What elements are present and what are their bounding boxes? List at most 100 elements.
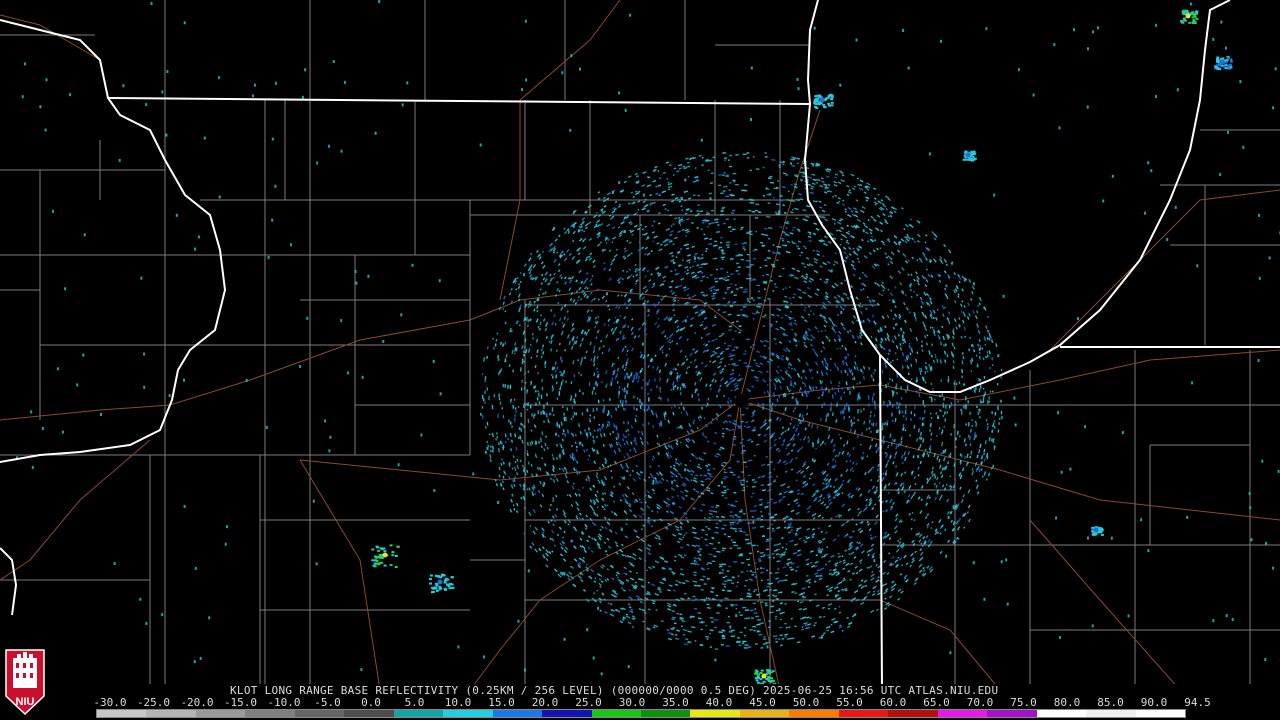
echo-pixel (991, 411, 993, 414)
echo-pixel (755, 230, 758, 233)
echo-pixel (744, 184, 748, 186)
echo-pixel (537, 390, 539, 392)
echo-pixel (936, 434, 938, 437)
echo-pixel (727, 246, 730, 248)
echo-pixel (750, 495, 753, 498)
echo-pixel (935, 412, 938, 415)
echo-pixel (571, 405, 574, 410)
echo-pixel (719, 600, 723, 603)
echo-pixel (732, 541, 737, 544)
echo-pixel (818, 396, 820, 399)
echo-pixel (993, 420, 996, 423)
echo-pixel (722, 576, 726, 579)
echo-pixel (764, 156, 768, 158)
echo-pixel (513, 398, 516, 401)
echo-pixel (569, 398, 572, 402)
echo-pixel (849, 388, 851, 391)
echo-pixel (721, 258, 724, 260)
echo-pixel (730, 629, 734, 632)
echo-pixel (971, 425, 974, 427)
echo-pixel (573, 411, 576, 416)
echo-pixel (739, 530, 743, 532)
echo-pixel (916, 390, 918, 394)
echo-pixel (755, 643, 758, 645)
echo-pixel (725, 218, 729, 220)
echo-pixel (725, 175, 730, 177)
echo-pixel (996, 383, 999, 386)
echo-pixel (535, 390, 537, 393)
echo-pixel (722, 278, 725, 281)
echo-pixel (739, 198, 744, 200)
echo-pixel (480, 413, 482, 416)
echo-pixel (977, 411, 980, 416)
echo-pixel (502, 383, 505, 388)
echo-pixel (602, 399, 605, 402)
echo-pixel (481, 394, 484, 399)
echo-pixel (752, 492, 755, 495)
echo-pixel (531, 413, 533, 417)
echo-pixel (735, 288, 739, 290)
echo-pixel (896, 392, 898, 395)
echo-pixel (731, 504, 734, 506)
echo-pixel (733, 528, 737, 530)
echo-pixel (858, 392, 860, 397)
echo-pixel (725, 645, 730, 647)
echo-pixel (738, 359, 742, 362)
echo-pixel (742, 306, 745, 308)
echo-pixel (976, 405, 978, 408)
echo-pixel (750, 609, 754, 612)
echo-pixel (739, 479, 742, 482)
echo-pixel (771, 402, 774, 406)
echo-pixel (988, 401, 991, 403)
echo-pixel (843, 391, 846, 394)
echo-pixel (746, 570, 749, 572)
echo-pixel (756, 550, 760, 553)
echo-pixel (983, 376, 986, 379)
echo-pixel (745, 534, 749, 536)
echo-pixel (641, 402, 643, 405)
echo-pixel (969, 411, 971, 415)
echo-pixel (493, 394, 496, 398)
echo-pixel (515, 409, 517, 414)
echo-pixel (960, 410, 963, 415)
echo-pixel (504, 384, 506, 388)
echo-pixel (618, 385, 621, 389)
echo-pixel (867, 395, 870, 400)
echo-pixel (591, 390, 594, 395)
echo-pixel (756, 594, 760, 596)
echo-pixel (754, 562, 757, 564)
echo-pixel (764, 152, 767, 154)
echo-pixel (910, 418, 912, 421)
echo-pixel (586, 408, 588, 412)
echo-pixel (760, 567, 763, 569)
echo-pixel (749, 629, 753, 631)
echo-pixel (521, 379, 523, 383)
echo-pixel (923, 416, 925, 419)
echo-pixel (546, 402, 548, 405)
echo-pixel (733, 561, 738, 563)
echo-pixel (965, 404, 967, 409)
echo-pixel (735, 270, 739, 272)
echo-pixel (732, 228, 736, 231)
echo-pixel (757, 600, 759, 603)
echo-pixel (626, 390, 628, 395)
echo-pixel (747, 595, 752, 598)
echo-pixel (736, 314, 741, 317)
echo-pixel (756, 568, 759, 570)
echo-pixel (768, 620, 771, 622)
echo-pixel (548, 412, 551, 416)
echo-pixel (889, 401, 891, 405)
echo-pixel (562, 405, 564, 408)
echo-pixel (870, 411, 872, 414)
echo-pixel (958, 381, 961, 385)
echo-pixel (932, 388, 934, 392)
echo-pixel (732, 474, 736, 476)
echo-pixel (624, 407, 626, 411)
echo-pixel (975, 387, 977, 391)
echo-pixel (738, 644, 742, 646)
echo-pixel (753, 612, 758, 614)
echo-pixel (738, 527, 742, 530)
echo-pixel (871, 398, 874, 403)
echo-pixel (891, 419, 894, 423)
echo-pixel (592, 408, 595, 413)
